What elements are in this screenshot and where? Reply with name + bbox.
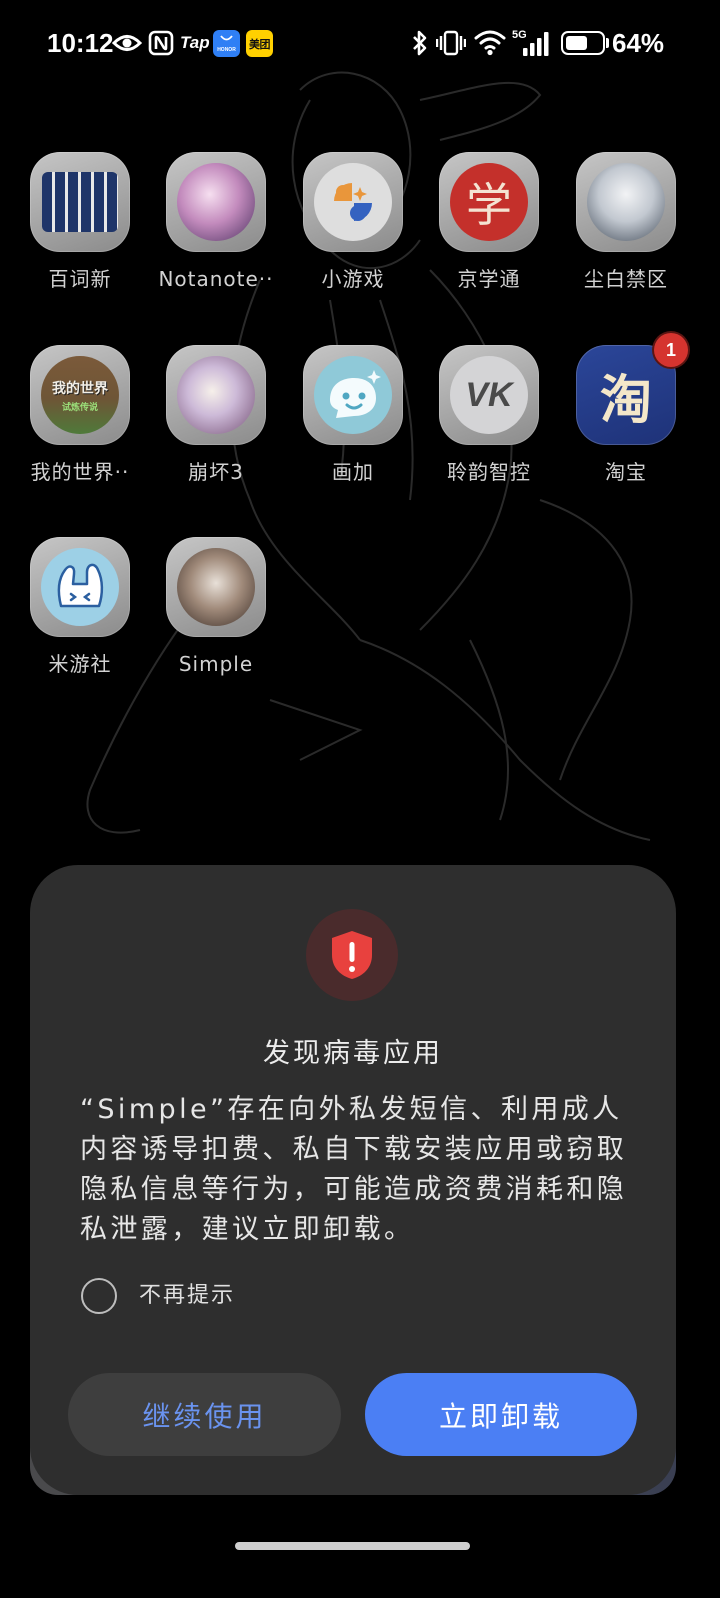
minecraft-logo: 我的世界 试炼传说	[41, 356, 119, 434]
app-label: 小游戏	[321, 267, 385, 291]
baicizhan-app-icon	[30, 152, 130, 252]
honkai3-art	[177, 356, 255, 434]
app-simple[interactable]: Simple	[148, 537, 284, 687]
honkai3-app-icon	[166, 345, 266, 445]
battery-fill	[565, 35, 588, 50]
snowbreak-art	[587, 163, 665, 241]
simple-app-icon	[166, 537, 266, 637]
virus-warning-dialog: 发现病毒应用 “Simple”存在向外私发短信、利用成人内容诱导扣费、私自下载安…	[30, 865, 676, 1495]
app-miyoushe[interactable]: 米游社	[12, 537, 148, 687]
app-minecraft[interactable]: 我的世界 试炼传说 我的世界··	[12, 345, 148, 495]
minecraft-logo-text: 我的世界	[52, 381, 108, 397]
honor-icon-text: HONOR	[217, 47, 236, 53]
baicizhan-logo	[42, 172, 118, 232]
uninstall-now-button[interactable]: 立即卸载	[365, 1373, 637, 1456]
wifi-icon	[474, 30, 506, 56]
shield-warning-badge	[306, 909, 398, 1001]
lingyun-logo-text: VK	[465, 375, 513, 414]
app-label: 我的世界··	[30, 460, 130, 484]
bluetooth-icon	[413, 30, 427, 56]
status-bar: 10:12 Tap HONOR 美团 5G 64%	[0, 0, 720, 86]
minecraft-logo-subtext: 试炼传说	[61, 403, 98, 413]
dont-remind-label[interactable]: 不再提示	[139, 1282, 235, 1310]
home-indicator[interactable]	[235, 1542, 470, 1550]
app-mini-games[interactable]: 小游戏	[285, 152, 421, 302]
clock: 10:12	[47, 28, 114, 58]
simple-art	[177, 548, 255, 626]
lingyun-app-icon: VK	[439, 345, 539, 445]
app-jingxuetong[interactable]: 学 京学通	[421, 152, 557, 302]
jingxuetong-logo: 学	[450, 163, 528, 241]
huajia-logo	[314, 356, 392, 434]
tap-icon: Tap	[180, 33, 210, 52]
app-label: Simple	[178, 652, 254, 676]
meituan-label: 美团	[249, 37, 271, 51]
huajia-app-icon	[303, 345, 403, 445]
jingxuetong-app-icon: 学	[439, 152, 539, 252]
app-label: 尘白禁区	[584, 267, 668, 291]
notification-badge: 1	[654, 333, 688, 367]
continue-using-button[interactable]: 继续使用	[68, 1373, 341, 1456]
dialog-message: “Simple”存在向外私发短信、利用成人内容诱导扣费、私自下载安装应用或窃取隐…	[80, 1094, 628, 1245]
shield-warning-icon	[332, 931, 372, 979]
app-taobao[interactable]: 淘 1 淘宝	[558, 333, 694, 495]
miyoushe-logo	[41, 548, 119, 626]
app-notanote[interactable]: Notanote··	[148, 152, 284, 302]
app-label: 淘宝	[605, 460, 647, 484]
jingxuetong-glyph: 学	[466, 178, 512, 232]
app-label: Notanote··	[158, 267, 274, 291]
app-baicizhan[interactable]: 百词新	[12, 152, 148, 302]
app-snowbreak[interactable]: 尘白禁区	[558, 152, 694, 302]
meituan-icon: 美团	[246, 30, 273, 57]
app-huajia[interactable]: 画加	[285, 345, 421, 495]
app-label: 画加	[332, 460, 374, 484]
app-label: 米游社	[48, 652, 112, 676]
lingyun-logo: VK	[450, 356, 528, 434]
app-honkai3[interactable]: 崩坏3	[148, 345, 284, 495]
miyoushe-app-icon	[30, 537, 130, 637]
dialog-title: 发现病毒应用	[263, 1038, 443, 1069]
mini-games-logo	[314, 163, 392, 241]
vibrate-icon	[436, 30, 466, 56]
minecraft-app-icon: 我的世界 试炼传说	[30, 345, 130, 445]
dont-remind-checkbox[interactable]	[81, 1278, 117, 1314]
honor-app-icon: HONOR	[213, 30, 240, 57]
battery-icon	[561, 31, 605, 55]
app-label: 京学通	[457, 267, 521, 291]
eye-icon	[112, 35, 142, 51]
notanote-art	[177, 163, 255, 241]
app-label: 崩坏3	[188, 460, 244, 484]
signal-icon	[523, 32, 549, 56]
battery-percent: 64%	[612, 28, 665, 58]
nfc-icon	[148, 30, 174, 56]
app-label: 百词新	[48, 267, 112, 291]
snowbreak-app-icon	[576, 152, 676, 252]
app-label: 聆韵智控	[447, 460, 531, 484]
app-lingyun[interactable]: VK 聆韵智控	[421, 345, 557, 495]
mini-games-app-icon	[303, 152, 403, 252]
battery-nub	[606, 38, 609, 48]
notanote-app-icon	[166, 152, 266, 252]
